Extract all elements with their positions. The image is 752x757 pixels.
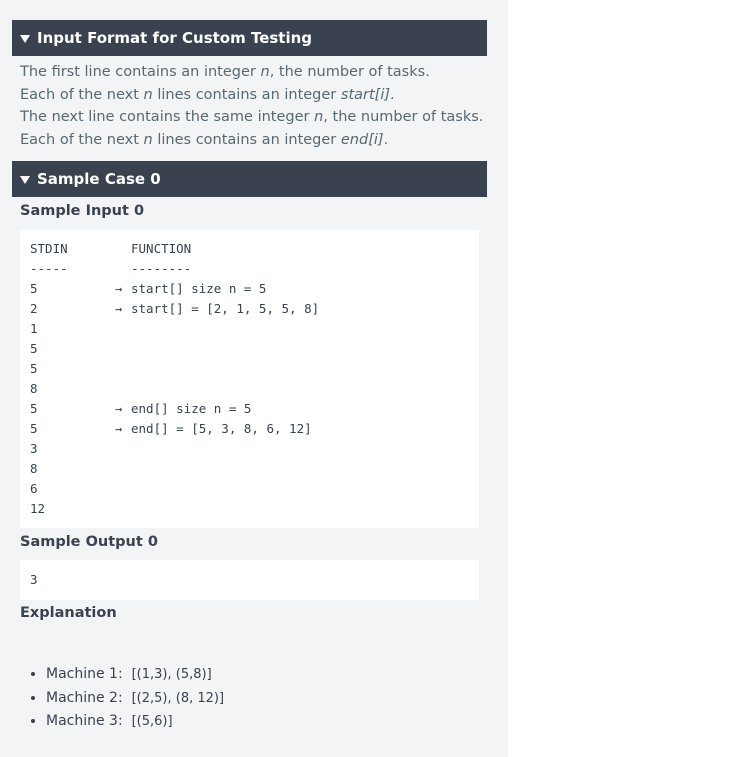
list-item: Machine 2: [(2,5), (8, 12)] <box>46 687 224 711</box>
stdin-value: 3 <box>30 441 38 456</box>
machine-list: Machine 1: [(1,3), (5,8)] Machine 2: [(2… <box>28 663 224 734</box>
machine-intervals: [(1,3), (5,8)] <box>131 667 212 682</box>
text-fragment: . <box>390 86 395 103</box>
problem-panel: Input Format for Custom Testing The firs… <box>0 0 508 757</box>
input-format-description: The first line contains an integer n, th… <box>20 61 490 152</box>
stdin-value: 5 <box>30 401 38 416</box>
input-format-header[interactable]: Input Format for Custom Testing <box>12 20 487 56</box>
sample-output-heading: Sample Output 0 <box>20 534 158 550</box>
description-line: Each of the next n lines contains an int… <box>20 129 490 152</box>
text-fragment: start[i] <box>340 86 391 103</box>
stdin-value: 5 <box>30 341 38 356</box>
machine-label: Machine 1: <box>46 666 123 682</box>
text-fragment: , the number of tasks. <box>269 64 430 80</box>
sample-input-heading: Sample Input 0 <box>20 203 145 219</box>
sample-input-box: STDIN FUNCTION ----- -------- 5 → start[… <box>20 230 479 528</box>
explanation-heading: Explanation <box>20 605 117 621</box>
text-fragment: The next line contains the same integer <box>20 109 315 126</box>
text-fragment: The first line contains an integer <box>20 64 261 80</box>
function-note: end[] = [5, 3, 8, 6, 12] <box>131 421 312 436</box>
output-value: 3 <box>30 572 38 587</box>
text-fragment: lines contains an integer <box>152 86 341 103</box>
list-item: Machine 1: [(1,3), (5,8)] <box>46 663 224 687</box>
text-fragment: n <box>143 132 153 149</box>
machine-label: Machine 3: <box>46 713 123 729</box>
collapse-caret-icon <box>20 34 30 43</box>
stdin-value: 6 <box>30 481 38 496</box>
machine-intervals: [(5,6)] <box>131 714 173 729</box>
stdin-value: 5 <box>30 421 38 436</box>
description-line: The next line contains the same integer … <box>20 106 490 129</box>
machine-intervals: [(2,5), (8, 12)] <box>131 690 225 706</box>
text-fragment: Each of the next <box>20 132 144 149</box>
function-note: end[] size n = 5 <box>131 401 252 416</box>
stdin-header: STDIN <box>30 241 68 256</box>
stdin-value: 12 <box>30 501 46 516</box>
machine-label: Machine 2: <box>46 689 123 706</box>
input-format-title: Input Format for Custom Testing <box>37 29 313 47</box>
stdin-value: 8 <box>30 461 38 476</box>
text-fragment: . <box>383 132 389 149</box>
stdin-rule: ----- <box>30 261 68 276</box>
arrow-icon: → <box>115 402 123 416</box>
function-note: start[] size n = 5 <box>131 281 267 296</box>
sample-output-box: 3 <box>20 560 479 600</box>
function-header: FUNCTION <box>131 241 192 256</box>
stdin-value: 5 <box>30 281 38 296</box>
function-note: start[] = [2, 1, 5, 5, 8] <box>131 301 320 316</box>
sample-case-title: Sample Case 0 <box>37 170 161 188</box>
text-fragment: end[i] <box>340 132 384 149</box>
text-fragment: n <box>143 86 153 103</box>
arrow-icon: → <box>115 282 123 296</box>
stdin-value: 8 <box>30 381 38 396</box>
text-fragment: n <box>314 109 324 126</box>
stdin-value: 1 <box>30 321 38 336</box>
description-line: The first line contains an integer n, th… <box>20 61 490 84</box>
stdin-value: 5 <box>30 361 38 376</box>
stdin-value: 2 <box>30 301 38 316</box>
description-line: Each of the next n lines contains an int… <box>20 84 490 107</box>
text-fragment: Each of the next <box>20 86 144 103</box>
collapse-caret-icon <box>20 175 30 184</box>
arrow-icon: → <box>115 302 123 316</box>
sample-case-header[interactable]: Sample Case 0 <box>12 161 487 197</box>
arrow-icon: → <box>115 422 123 436</box>
text-fragment: n <box>260 64 270 80</box>
text-fragment: , the number of tasks. <box>323 109 484 126</box>
text-fragment: lines contains an integer <box>152 132 341 149</box>
list-item: Machine 3: [(5,6)] <box>46 710 224 734</box>
function-rule: -------- <box>131 261 192 276</box>
